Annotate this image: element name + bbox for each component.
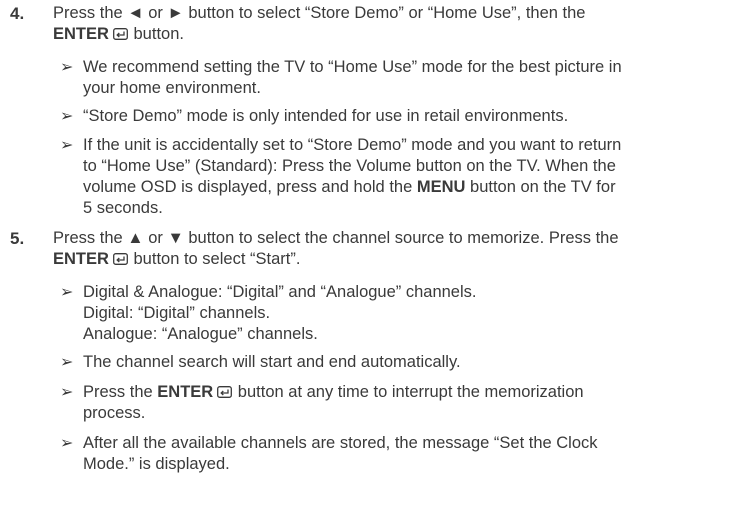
step-number: 4. bbox=[10, 4, 25, 23]
instruction-text: Press the ◄ or ► button to select “Store… bbox=[53, 4, 586, 22]
note-arrow-icon: ➢ bbox=[60, 59, 74, 76]
note-arrow-icon: ➢ bbox=[60, 384, 74, 401]
instruction-text: Press the ▲ or ▼ button to select the ch… bbox=[53, 229, 619, 247]
note-text: We recommend setting the TV to “Home Use… bbox=[83, 58, 622, 97]
note-text: After all the available channels are sto… bbox=[83, 434, 598, 473]
step-instruction: Press the ◄ or ► button to select “Store… bbox=[53, 3, 733, 45]
note-text: “Store Demo” mode is only intended for u… bbox=[83, 107, 569, 125]
instruction-text-end: button. bbox=[128, 25, 184, 43]
enter-return-icon bbox=[217, 386, 233, 398]
note-text: Digital & Analogue: “Digital” and “Analo… bbox=[83, 283, 477, 343]
enter-return-icon bbox=[112, 28, 128, 40]
note-arrow-icon: ➢ bbox=[60, 284, 74, 301]
note-arrow-icon: ➢ bbox=[60, 435, 74, 452]
note-arrow-icon: ➢ bbox=[60, 108, 74, 125]
manual-page: 4. Press the ◄ or ► button to select “St… bbox=[0, 0, 747, 521]
note-text: Press the ENTER button at any time to in… bbox=[83, 383, 584, 422]
note-arrow-icon: ➢ bbox=[60, 354, 74, 371]
menu-label: MENU bbox=[416, 178, 466, 196]
step-number: 5. bbox=[10, 229, 25, 248]
step-instruction: Press the ▲ or ▼ button to select the ch… bbox=[53, 228, 733, 270]
enter-return-icon bbox=[112, 253, 128, 265]
enter-label: ENTER bbox=[53, 25, 109, 43]
instruction-text-end: button to select “Start”. bbox=[128, 250, 301, 268]
note-arrow-icon: ➢ bbox=[60, 137, 74, 154]
enter-label: ENTER bbox=[157, 383, 214, 401]
note-text: The channel search will start and end au… bbox=[83, 353, 461, 371]
note-text: If the unit is accidentally set to “Stor… bbox=[83, 136, 622, 217]
enter-label: ENTER bbox=[53, 250, 109, 268]
